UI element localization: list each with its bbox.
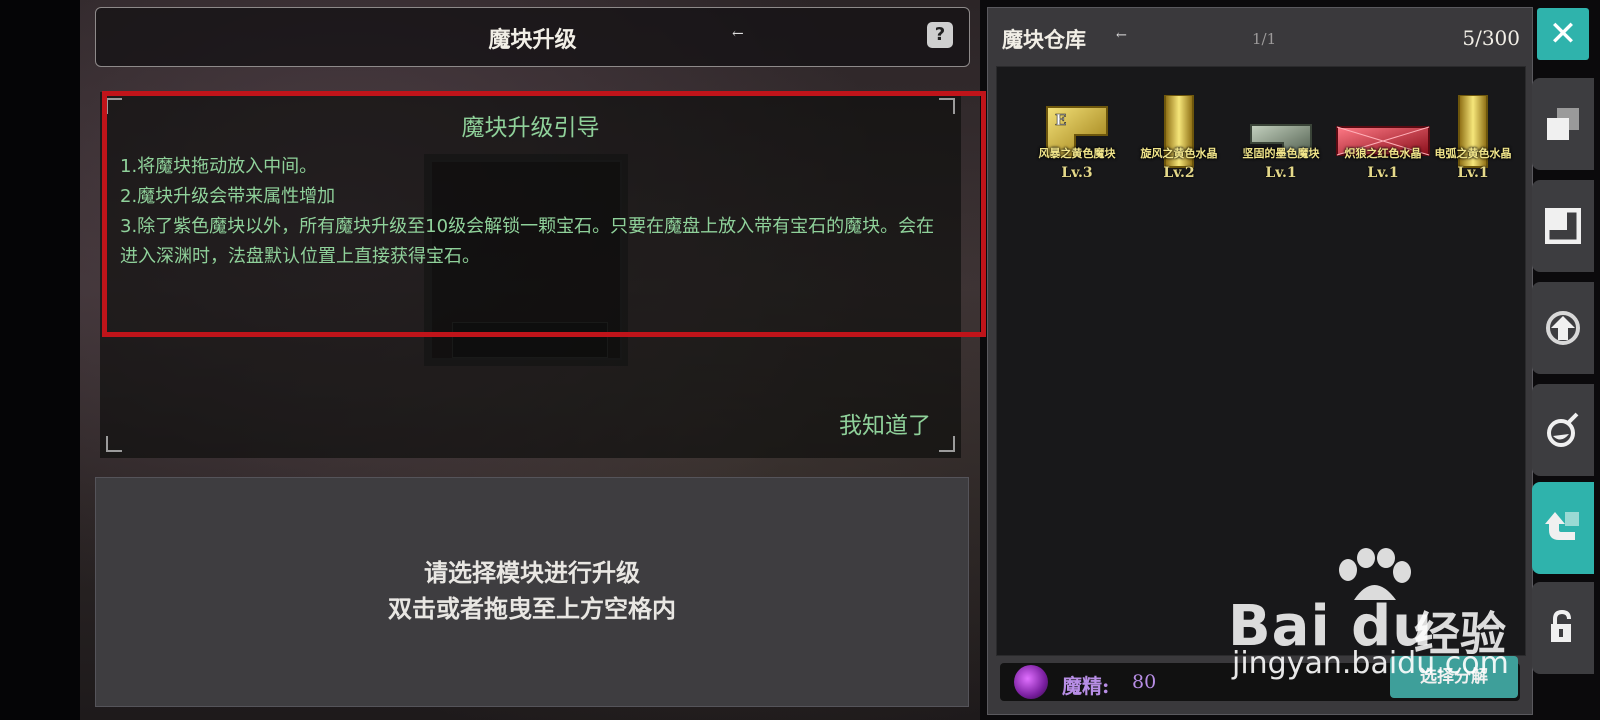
sidebar-button-reuse[interactable]	[1532, 482, 1594, 574]
inventory-grid: E 风暴之黄色魔块 Lv.3 旋风之黄色水晶 Lv.2 坚固的墨色魔块 Lv.1	[996, 66, 1526, 656]
sidebar-button-upgrade[interactable]	[1532, 282, 1594, 374]
inventory-page: 1/1	[1252, 30, 1277, 48]
frame-icon	[1545, 208, 1581, 244]
inventory-item[interactable]: 坚固的墨色魔块 Lv.1	[1233, 95, 1329, 205]
inventory-item[interactable]: E 风暴之黄色魔块 Lv.3	[1029, 95, 1125, 205]
curved-arrow-icon	[1545, 512, 1579, 540]
stack-icon	[1547, 108, 1579, 140]
item-level: Lv.2	[1163, 165, 1195, 181]
essence-crystal-icon	[1014, 665, 1048, 699]
sidebar-button-frame[interactable]	[1532, 180, 1594, 272]
sidebar-button-potion[interactable]	[1532, 384, 1594, 476]
sidebar-button-unlock[interactable]	[1532, 582, 1594, 674]
inventory-item[interactable]: 旋风之黄色水晶 Lv.2	[1131, 95, 1227, 205]
guide-highlight-frame	[102, 91, 986, 337]
selection-prompt-panel[interactable]: 请选择模块进行升级 双击或者拖曳至上方空格内	[95, 477, 969, 707]
item-level: Lv.1	[1265, 165, 1297, 181]
item-name: 旋风之黄色水晶	[1140, 147, 1218, 160]
corner-decoration	[106, 436, 122, 452]
upgrade-header: → 魔块升级 ← ?	[95, 7, 970, 67]
upgrade-arrow-icon	[1546, 311, 1580, 345]
help-icon[interactable]: ?	[927, 22, 953, 48]
item-name: 坚固的墨色魔块	[1242, 147, 1320, 160]
inventory-item[interactable]: 电弧之黄色水晶 Lv.1	[1425, 95, 1521, 205]
item-level: Lv.1	[1457, 165, 1489, 181]
potion-icon	[1547, 412, 1579, 447]
inventory-title: 魔块仓库	[1002, 27, 1086, 52]
item-level: Lv.1	[1367, 165, 1399, 181]
inventory-item[interactable]: 炽狼之红色水晶 Lv.1	[1335, 95, 1431, 205]
watermark-url: jingyan.baidu.com	[1232, 646, 1509, 681]
unlock-icon	[1551, 610, 1571, 642]
close-icon[interactable]: ✕	[1537, 8, 1589, 60]
essence-value: 80	[1132, 671, 1157, 693]
left-edge	[0, 0, 80, 720]
got-it-button[interactable]: 我知道了	[839, 406, 931, 440]
essence-label: 魔精:	[1062, 674, 1110, 698]
item-name: 风暴之黄色魔块	[1038, 147, 1116, 160]
item-badge: E	[1055, 111, 1066, 129]
header-arrow-right: ←	[732, 26, 744, 42]
item-level: Lv.3	[1061, 165, 1093, 181]
corner-decoration	[939, 436, 955, 452]
prompt-line-2: 双击或者拖曳至上方空格内	[388, 594, 676, 623]
item-name: 电弧之黄色水晶	[1434, 147, 1512, 160]
prompt-line-1: 请选择模块进行升级	[424, 558, 640, 587]
inventory-arrow-icon: ←	[1116, 28, 1127, 43]
sidebar-button-stack[interactable]	[1532, 78, 1594, 170]
page-title: 魔块升级	[488, 27, 577, 53]
inventory-count: 5/300	[1462, 26, 1520, 50]
